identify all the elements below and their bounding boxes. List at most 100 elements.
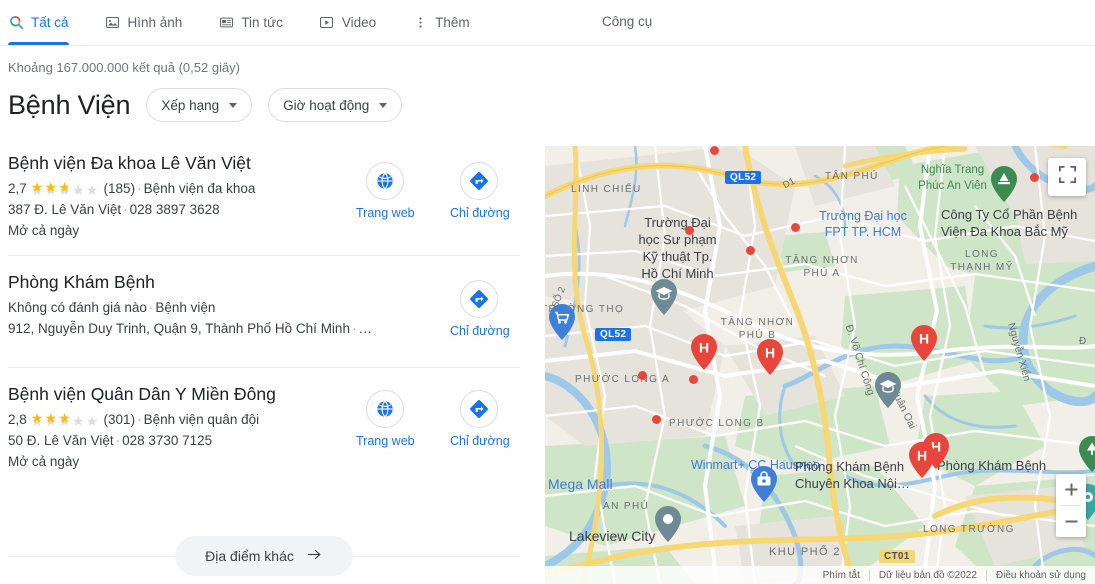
map-shield-ct01: CT01 bbox=[879, 550, 915, 563]
directions-action[interactable]: Chỉ đường bbox=[450, 280, 510, 338]
map-marker-hospital[interactable]: H bbox=[911, 325, 937, 361]
result-hours: Mở cả ngày bbox=[8, 223, 80, 238]
directions-action[interactable]: Chỉ đường bbox=[450, 390, 510, 448]
more-places-button[interactable]: Địa điểm khác bbox=[175, 536, 353, 576]
rating-value: 2,8 bbox=[8, 412, 27, 427]
search-type-tabs: Tất cả Hình ảnh Tin tức Video Thêm bbox=[8, 0, 506, 45]
map-marker-school[interactable] bbox=[651, 279, 677, 315]
minus-icon bbox=[1065, 520, 1077, 523]
result-title[interactable]: Phòng Khám Bệnh bbox=[8, 270, 520, 294]
separator: · bbox=[137, 412, 142, 427]
tab-more-label: Thêm bbox=[435, 15, 470, 30]
result-phone: 028 3897 3628 bbox=[129, 202, 220, 217]
map-marker-hospital[interactable]: H bbox=[909, 442, 935, 478]
keyboard-shortcuts-link[interactable]: Phím tắt bbox=[814, 570, 869, 581]
result-actions: Trang web Chỉ đường bbox=[356, 162, 510, 220]
top-navigation: Tất cả Hình ảnh Tin tức Video Thêm Công … bbox=[0, 0, 1095, 46]
website-action[interactable]: Trang web bbox=[356, 390, 415, 448]
review-count: (301) bbox=[103, 412, 136, 427]
website-action-label: Trang web bbox=[356, 434, 415, 448]
tab-all[interactable]: Tất cả bbox=[8, 0, 83, 45]
result-address: 50 Đ. Lê Văn Việt bbox=[8, 433, 114, 448]
address-truncation: … bbox=[358, 321, 372, 336]
separator: · bbox=[123, 202, 128, 217]
result-category: Bệnh viện đa khoa bbox=[143, 181, 256, 196]
result-hours-line: Mở cả ngày bbox=[8, 451, 520, 472]
globe-icon bbox=[366, 390, 404, 428]
directions-action-label: Chỉ đường bbox=[450, 324, 510, 338]
map-marker-generic[interactable] bbox=[655, 506, 681, 542]
map-marker-cemetery[interactable] bbox=[991, 166, 1017, 202]
list-item[interactable]: Bệnh viện Đa khoa Lê Văn Việt 2,7 ★★★★★ ★★… bbox=[8, 140, 520, 256]
result-hours-line: Mở cả ngày bbox=[8, 220, 520, 241]
directions-action[interactable]: Chỉ đường bbox=[450, 162, 510, 220]
map-marker-park[interactable] bbox=[1079, 436, 1095, 472]
heading-row: Bệnh Viện Xếp hạng Giờ hoạt động bbox=[8, 88, 403, 122]
map-dot bbox=[746, 246, 755, 255]
result-hours: Mở cả ngày bbox=[8, 454, 80, 469]
result-category: Bệnh viện bbox=[155, 300, 216, 315]
more-vertical-icon bbox=[412, 15, 428, 31]
arrow-right-icon bbox=[306, 546, 323, 566]
directions-icon bbox=[460, 280, 498, 318]
map-marker-hospital[interactable]: H bbox=[757, 339, 783, 375]
map-zoom-in-button[interactable] bbox=[1056, 474, 1086, 505]
map-canvas bbox=[545, 146, 1095, 584]
more-places-label: Địa điểm khác bbox=[205, 548, 294, 564]
filter-chip-hours[interactable]: Giờ hoạt động bbox=[268, 88, 403, 122]
map-dot bbox=[1030, 173, 1039, 182]
list-item[interactable]: Bệnh viện Quân Dân Y Miền Đông 2,8 ★★★★★ ★… bbox=[8, 368, 520, 486]
chevron-down-icon bbox=[379, 102, 388, 108]
map-dot bbox=[638, 371, 647, 380]
directions-icon bbox=[460, 390, 498, 428]
tab-news[interactable]: Tin tức bbox=[218, 0, 297, 45]
tab-all-label: Tất cả bbox=[31, 15, 69, 30]
tab-images[interactable]: Hình ảnh bbox=[105, 0, 197, 45]
review-count: (185) bbox=[103, 181, 136, 196]
map-marker-shopping[interactable] bbox=[549, 304, 575, 340]
rating-stars: ★★★★★★★★★★ bbox=[30, 411, 100, 429]
map-dot bbox=[689, 375, 698, 384]
map-shield-ql52-a: QL52 bbox=[725, 171, 762, 184]
local-results-list: Bệnh viện Đa khoa Lê Văn Việt 2,7 ★★★★★ ★★… bbox=[8, 140, 520, 486]
search-icon bbox=[8, 15, 24, 31]
chevron-down-icon bbox=[229, 102, 238, 108]
map-data-copyright: Dữ liệu bản đồ ©2022 bbox=[868, 569, 986, 581]
map-fullscreen-button[interactable] bbox=[1048, 158, 1086, 196]
filter-chip-hours-label: Giờ hoạt động bbox=[283, 97, 370, 113]
tab-video[interactable]: Video bbox=[319, 0, 390, 45]
tools-button[interactable]: Công cụ bbox=[602, 14, 652, 29]
website-action[interactable]: Trang web bbox=[356, 162, 415, 220]
video-icon bbox=[319, 15, 335, 31]
result-stats: Khoảng 167.000.000 kết quả (0,52 giây) bbox=[8, 60, 241, 75]
filter-chip-rating[interactable]: Xếp hạng bbox=[146, 88, 253, 122]
list-item[interactable]: Phòng Khám Bệnh Không có đánh giá nào · Bệ… bbox=[8, 256, 520, 368]
no-rating-text: Không có đánh giá nào bbox=[8, 300, 147, 315]
map-panel[interactable]: LINH CHIỂU TÂN PHÚ QL52 QL52 D1 Trường Đ… bbox=[545, 146, 1095, 584]
separator: · bbox=[137, 181, 142, 196]
result-address: 912, Nguyễn Duy Trinh, Quận 9, Thành Phố… bbox=[8, 321, 350, 336]
rating-value: 2,7 bbox=[8, 181, 27, 196]
rating-stars: ★★★★★★★★★★ bbox=[30, 180, 100, 198]
result-address: 387 Đ. Lê Văn Việt bbox=[8, 202, 122, 217]
terms-of-use-link[interactable]: Điều khoản sử dụng bbox=[985, 569, 1095, 581]
result-actions: Chỉ đường bbox=[450, 280, 510, 338]
tab-images-label: Hình ảnh bbox=[127, 15, 183, 30]
tab-video-label: Video bbox=[341, 15, 377, 30]
map-dot bbox=[710, 146, 719, 155]
result-category: Bệnh viện quân đội bbox=[143, 412, 260, 427]
tab-more[interactable]: Thêm bbox=[412, 0, 484, 45]
tab-news-label: Tin tức bbox=[241, 15, 283, 30]
map-marker-store[interactable] bbox=[751, 466, 777, 502]
directions-icon bbox=[460, 162, 498, 200]
map-marker-hospital[interactable]: H bbox=[691, 334, 717, 370]
map-shield-ql52-b: QL52 bbox=[595, 328, 632, 341]
svg-text:H: H bbox=[765, 345, 775, 361]
plus-icon bbox=[1065, 483, 1077, 496]
map-zoom-out-button[interactable] bbox=[1056, 506, 1086, 537]
map-marker-school[interactable] bbox=[875, 372, 901, 408]
fullscreen-icon bbox=[1058, 165, 1076, 188]
more-places-row: Địa điểm khác bbox=[8, 533, 520, 579]
map-attribution: Phím tắt Dữ liệu bản đồ ©2022 Điều khoản… bbox=[545, 566, 1095, 584]
map-zoom-controls bbox=[1056, 474, 1086, 537]
